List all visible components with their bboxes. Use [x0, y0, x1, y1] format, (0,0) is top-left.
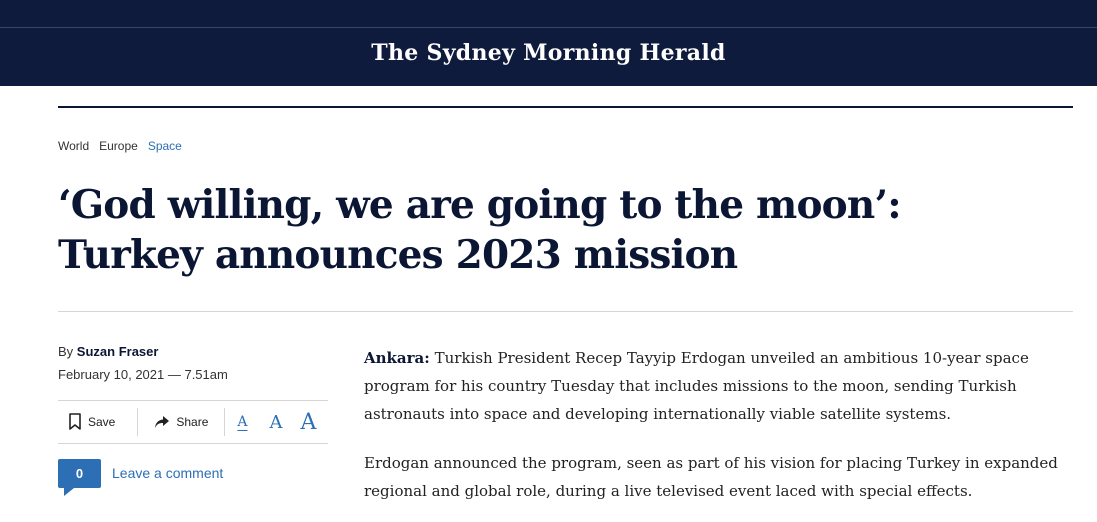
font-size-medium-button[interactable]: A: [270, 412, 283, 433]
article-body: Ankara: Turkish President Recep Tayyip E…: [364, 344, 1074, 522]
share-label: Share: [176, 415, 209, 429]
section-rule: [58, 106, 1073, 108]
paragraph-text: Turkish President Recep Tayyip Erdogan u…: [364, 349, 1029, 423]
save-button[interactable]: Save: [68, 413, 115, 431]
comment-count-badge[interactable]: 0: [58, 459, 101, 496]
breadcrumb: World Europe Space: [58, 139, 182, 153]
header-top-rule: [0, 27, 1097, 28]
masthead-logo[interactable]: The Sydney Morning Herald: [0, 40, 1097, 66]
paragraph: Ankara: Turkish President Recep Tayyip E…: [364, 344, 1074, 428]
publish-date: February 10, 2021 — 7.51am: [58, 367, 228, 382]
leave-comment-link[interactable]: Leave a comment: [112, 465, 223, 481]
author-name[interactable]: Suzan Fraser: [77, 344, 159, 359]
breadcrumb-space[interactable]: Space: [148, 139, 182, 153]
site-header: The Sydney Morning Herald: [0, 0, 1097, 86]
share-button[interactable]: Share: [154, 415, 208, 429]
bookmark-icon: [69, 413, 81, 430]
article-toolbar: Save Share A A A: [58, 400, 328, 444]
headline-divider: [58, 311, 1073, 312]
font-size-large-button[interactable]: A: [301, 410, 317, 435]
save-label: Save: [88, 415, 116, 429]
byline: By Suzan Fraser: [58, 344, 158, 359]
toolbar-separator: [224, 408, 226, 436]
breadcrumb-world[interactable]: World: [58, 139, 89, 153]
dateline-location: Ankara:: [364, 349, 430, 367]
font-size-small-button[interactable]: A: [237, 414, 247, 430]
share-arrow-icon: [155, 416, 170, 428]
byline-prefix: By: [58, 344, 74, 359]
paragraph: Erdogan announced the program, seen as p…: [364, 454, 1058, 500]
article-headline: ‘God willing, we are going to the moon’:…: [58, 182, 902, 278]
breadcrumb-europe[interactable]: Europe: [99, 139, 138, 153]
toolbar-separator: [137, 408, 139, 436]
